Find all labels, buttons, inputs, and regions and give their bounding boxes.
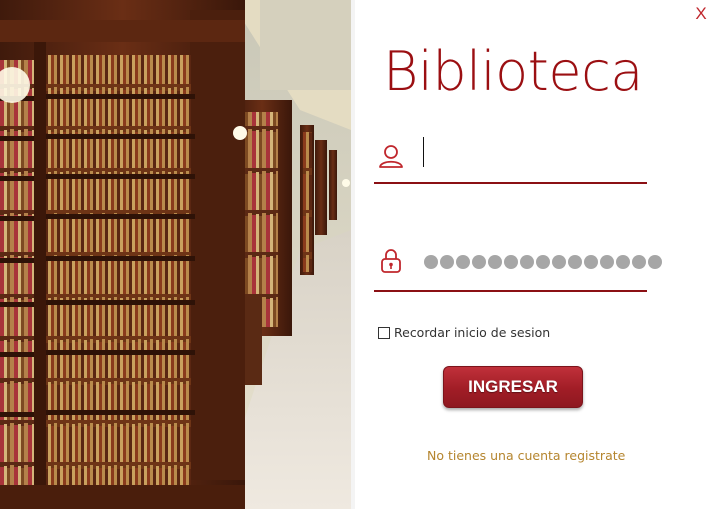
app-title: Biblioteca (383, 40, 643, 103)
lock-icon (378, 246, 408, 276)
password-dot (440, 255, 454, 269)
password-dot (456, 255, 470, 269)
password-dot (552, 255, 566, 269)
password-dot (568, 255, 582, 269)
remember-option[interactable]: Recordar inicio de sesion (378, 325, 550, 341)
password-dot (600, 255, 614, 269)
password-dot (472, 255, 486, 269)
password-dot (584, 255, 598, 269)
password-underline (374, 290, 647, 292)
library-photo (0, 0, 351, 509)
password-dot (536, 255, 550, 269)
register-link[interactable]: No tienes una cuenta registrate (427, 448, 625, 463)
panel-divider (351, 0, 355, 509)
login-button[interactable]: INGRESAR (443, 366, 583, 408)
remember-checkbox[interactable] (378, 327, 390, 339)
password-input[interactable] (424, 255, 662, 269)
password-dot (616, 255, 630, 269)
remember-label: Recordar inicio de sesion (394, 325, 551, 340)
password-dot (504, 255, 518, 269)
password-dot (520, 255, 534, 269)
password-dot (648, 255, 662, 269)
user-icon (376, 142, 406, 172)
username-input[interactable] (420, 138, 646, 168)
password-dot (488, 255, 502, 269)
username-underline (374, 182, 647, 184)
password-dot (424, 255, 438, 269)
text-caret (423, 137, 424, 167)
password-dot (632, 255, 646, 269)
close-button[interactable]: X (694, 5, 708, 23)
